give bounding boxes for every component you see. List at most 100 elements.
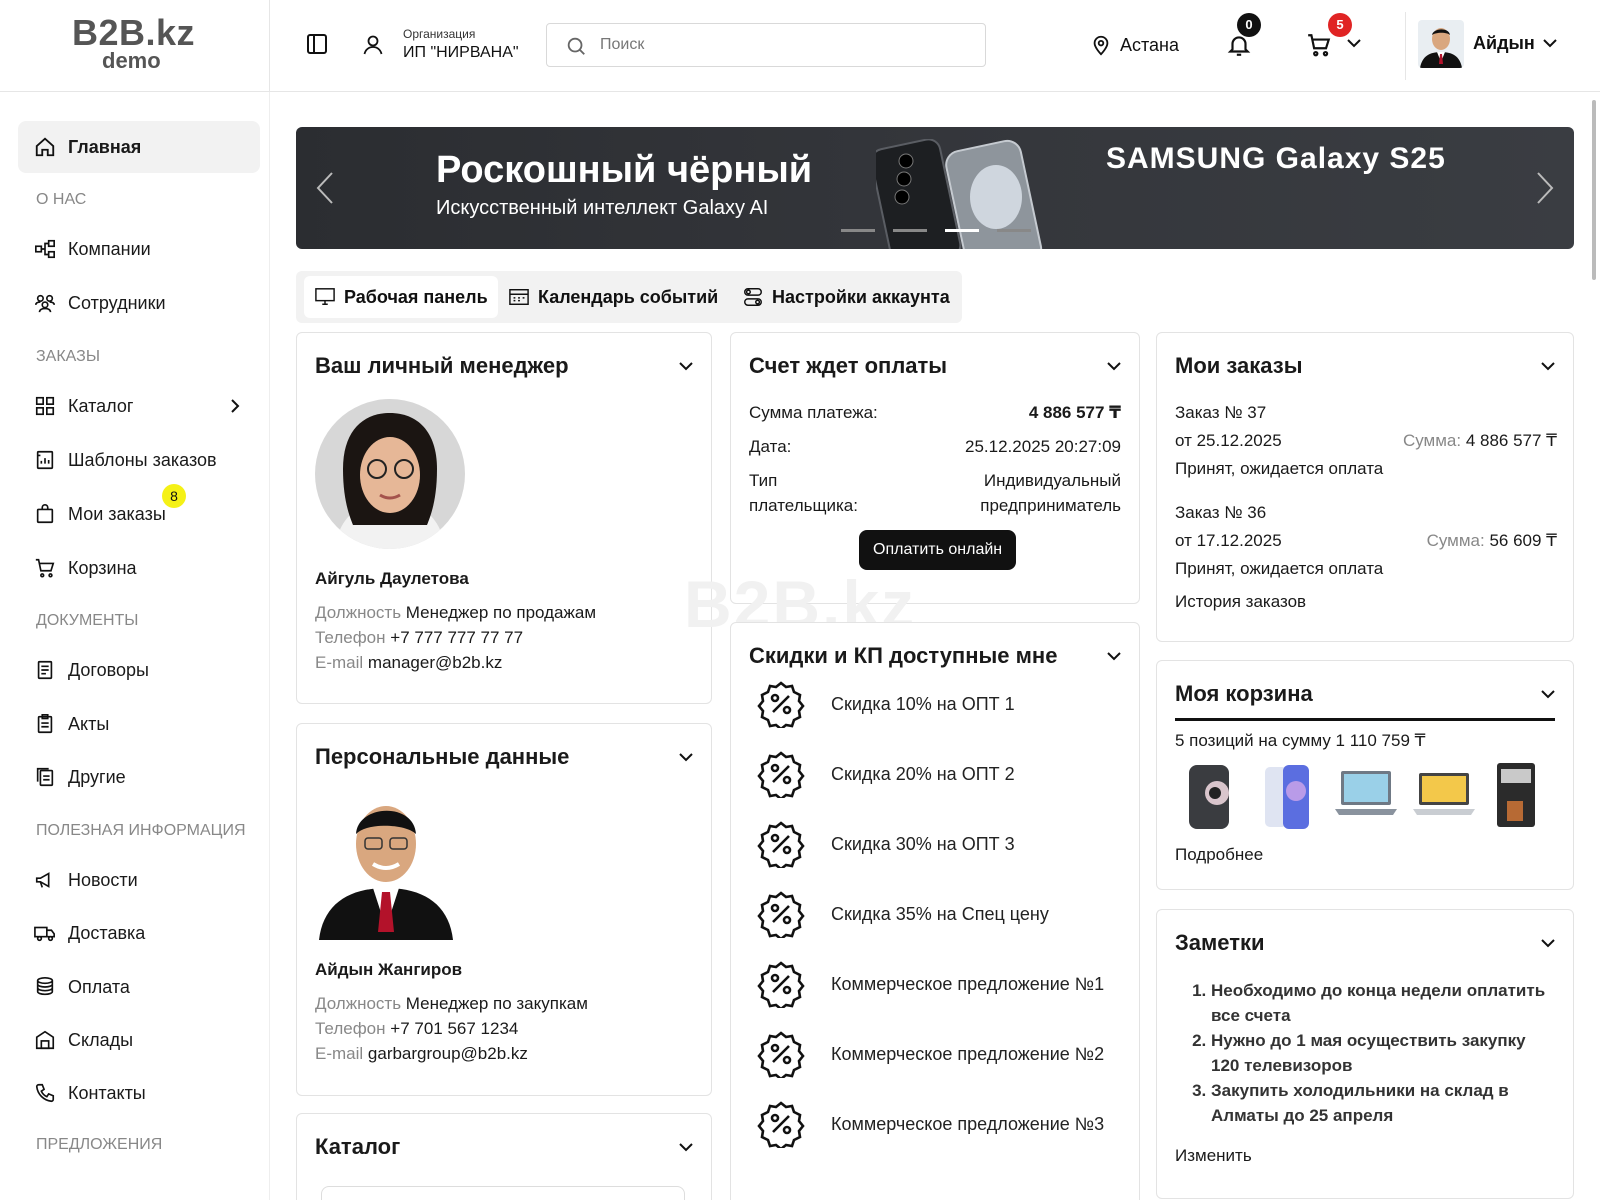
sidebar-item-warehouses[interactable]: Склады	[18, 1014, 260, 1066]
sidebar-item-order-templates[interactable]: Шаблоны заказов	[18, 434, 260, 486]
promo-banner[interactable]: Роскошный чёрный Искусственный интеллект…	[296, 127, 1574, 249]
laptop-gray-icon[interactable]	[1333, 765, 1399, 827]
list-item[interactable]: Коммерческое предложение №2	[757, 1029, 1104, 1079]
manager-phone[interactable]: +7 777 777 77 77	[390, 628, 523, 647]
chevron-down-icon[interactable]	[679, 752, 693, 762]
city-selector[interactable]: Астана	[1090, 32, 1179, 58]
list-item[interactable]: Коммерческое предложение №3	[757, 1099, 1104, 1149]
sidebar-item-delivery[interactable]: Доставка	[18, 907, 260, 959]
list-item[interactable]: Скидка 20% на ОПТ 2	[757, 749, 1015, 799]
list-item[interactable]: Скидка 10% на ОПТ 1	[757, 679, 1015, 729]
chevron-left-icon[interactable]	[316, 171, 334, 205]
phone-product-image	[876, 139, 1043, 249]
field-label: Должность	[315, 603, 402, 622]
my-basket-card: Моя корзина 5 позиций на сумму 1 110 759…	[1156, 660, 1574, 890]
sidebar-item-label: Сотрудники	[68, 292, 166, 313]
list-item[interactable]: Скидка 35% на Спец цену	[757, 889, 1049, 939]
basket-summary: 5 позиций на сумму 1 110 759 ₸	[1175, 731, 1426, 750]
discount-badge-icon	[757, 1031, 805, 1078]
location-pin-icon	[1093, 35, 1109, 56]
user-email: garbargroup@b2b.kz	[367, 1044, 528, 1063]
sidebar-item-contacts[interactable]: Контакты	[18, 1067, 260, 1119]
phone-pink-icon[interactable]	[1185, 763, 1235, 831]
phone-icon	[35, 1083, 55, 1103]
logo-subtext: demo	[102, 48, 161, 73]
tab-calendar[interactable]: Календарь событий	[498, 276, 728, 318]
organization-name[interactable]: ИП "НИРВАНА"	[403, 44, 519, 62]
sidebar-item-other[interactable]: Другие	[18, 751, 260, 803]
search-icon	[567, 37, 585, 55]
sidebar-section-offers: ПРЕДЛОЖЕНИЯ	[36, 1136, 163, 1153]
tab-dashboard[interactable]: Рабочая панель	[304, 276, 498, 318]
carousel-dot[interactable]	[841, 229, 875, 232]
catalog-search-field[interactable]	[321, 1186, 685, 1200]
truck-icon	[34, 926, 55, 942]
carousel-dot[interactable]	[945, 229, 979, 232]
card-title: Каталог	[315, 1134, 401, 1159]
discount-badge-icon	[757, 891, 805, 938]
sidebar-item-home[interactable]: Главная	[18, 121, 260, 173]
monitor-icon	[315, 288, 335, 305]
basket-details-link[interactable]: Подробнее	[1175, 845, 1263, 865]
cart-icon[interactable]	[1306, 32, 1332, 58]
sidebar-item-catalog[interactable]: Каталог	[18, 380, 260, 432]
sidebar-item-companies[interactable]: Компании	[18, 223, 260, 275]
sidebar-toggle-icon[interactable]	[305, 32, 329, 56]
manager-email[interactable]: manager@b2b.kz	[368, 653, 502, 672]
carousel-dot[interactable]	[893, 229, 927, 232]
chevron-down-icon[interactable]	[1107, 651, 1121, 661]
chevron-down-icon[interactable]	[1107, 361, 1121, 371]
payer-type: Индивидуальный	[983, 471, 1121, 490]
cart-icon	[35, 558, 55, 578]
sidebar-item-news[interactable]: Новости	[18, 854, 260, 906]
field-label: Сумма:	[1426, 531, 1485, 550]
list-item[interactable]: Скидка 30% на ОПТ 3	[757, 819, 1015, 869]
sidebar-item-label: Новости	[68, 869, 138, 890]
invoice-date: 25.12.2025 20:27:09	[965, 437, 1121, 456]
field-label: E-mail	[315, 653, 364, 672]
chevron-down-icon[interactable]	[679, 1142, 693, 1152]
card-title: Моя корзина	[1175, 681, 1313, 706]
phone-blue-icon[interactable]	[1263, 763, 1313, 831]
sidebar-item-my-orders[interactable]: Мои заказы	[18, 488, 260, 540]
search-input[interactable]	[600, 32, 970, 58]
discount-badge-icon	[757, 751, 805, 798]
carousel-dot[interactable]	[997, 229, 1031, 232]
carousel-dots	[841, 229, 1031, 232]
chevron-down-icon[interactable]	[1541, 361, 1555, 371]
chevron-down-icon[interactable]	[679, 361, 693, 371]
coffee-machine-icon[interactable]	[1491, 761, 1541, 831]
avatar[interactable]	[1418, 20, 1464, 68]
notes-edit-link[interactable]: Изменить	[1175, 1146, 1252, 1166]
chevron-down-icon[interactable]	[1541, 689, 1555, 699]
order-history-link[interactable]: История заказов	[1175, 592, 1306, 612]
sidebar-item-payment[interactable]: Оплата	[18, 961, 260, 1013]
order-sum: 4 886 577 ₸	[1465, 431, 1557, 450]
sidebar-item-acts[interactable]: Акты	[18, 698, 260, 750]
cart-count-badge: 5	[1328, 13, 1352, 37]
order-number[interactable]: Заказ № 36	[1175, 503, 1266, 523]
logo[interactable]: B2B.kz demo	[0, 0, 270, 92]
tab-account-settings[interactable]: Настройки аккаунта	[732, 276, 960, 318]
city-name: Астана	[1120, 34, 1180, 55]
user-photo	[319, 806, 453, 940]
chevron-down-icon[interactable]	[1541, 938, 1555, 948]
chevron-down-icon[interactable]	[1347, 38, 1361, 48]
sidebar-item-cart[interactable]: Корзина	[18, 542, 260, 594]
sidebar-item-contracts[interactable]: Договоры	[18, 644, 260, 696]
user-name[interactable]: Айдын	[1473, 33, 1535, 54]
chevron-right-icon[interactable]	[1536, 171, 1554, 205]
order-number[interactable]: Заказ № 37	[1175, 403, 1266, 423]
scrollbar[interactable]	[1592, 100, 1596, 280]
pay-online-button[interactable]: Оплатить онлайн	[859, 530, 1017, 570]
sidebar-item-label: Доставка	[68, 922, 146, 943]
chevron-down-icon[interactable]	[1543, 38, 1557, 48]
field-label: Телефон	[315, 628, 386, 647]
list-item[interactable]: Коммерческое предложение №1	[757, 959, 1104, 1009]
laptop-silver-icon[interactable]	[1411, 765, 1477, 827]
sidebar-item-employees[interactable]: Сотрудники	[18, 277, 260, 329]
field-label: Тип	[749, 471, 778, 490]
manager-card: Ваш личный менеджер Айгуль Даулетова Дол…	[296, 332, 712, 704]
search-box[interactable]	[546, 23, 986, 67]
notes-card: Заметки Необходимо до конца недели оплат…	[1156, 909, 1574, 1199]
